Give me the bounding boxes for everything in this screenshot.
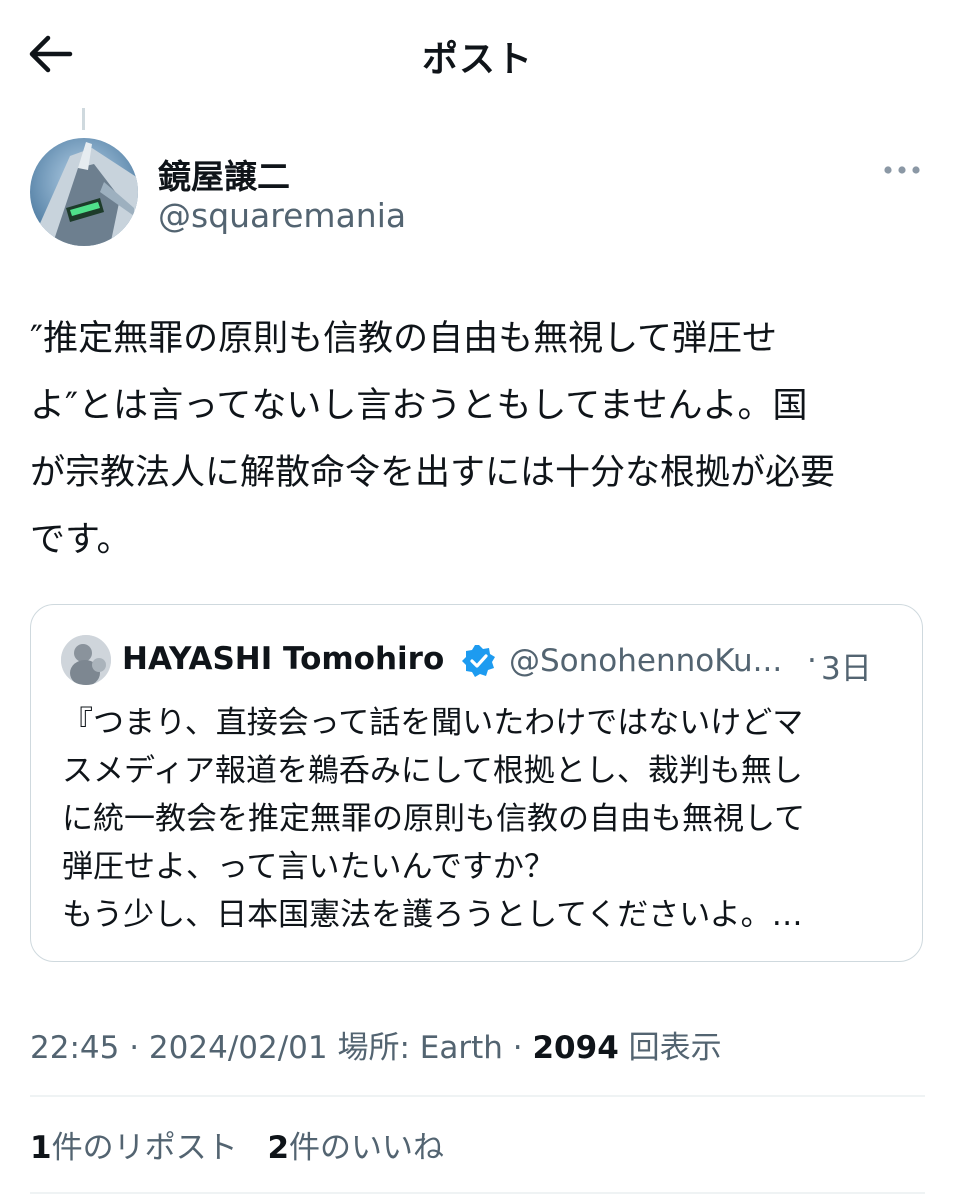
like-count-link[interactable]: 2件のいいね xyxy=(267,1130,444,1166)
post-text: ″推定無罪の原則も信教の自由も無視して弾圧せ よ″とは言ってないし言おうともして… xyxy=(30,319,836,560)
repost-count: 1 xyxy=(30,1130,52,1166)
repost-count-link[interactable]: 1件のリポスト xyxy=(30,1130,238,1166)
separator-dot: · xyxy=(512,1030,533,1066)
thread-connector-line xyxy=(82,108,85,130)
like-count: 2 xyxy=(267,1130,290,1166)
author-handle[interactable]: @squaremania xyxy=(158,196,406,235)
author-avatar[interactable] xyxy=(30,138,138,246)
post-metadata: 22:45 · 2024/02/01 場所: Earth · 2094 回表示 xyxy=(30,1022,722,1067)
more-horizontal-icon xyxy=(884,166,920,174)
quoted-post-card[interactable]: HAYASHI Tomohiro @SonohennoKu... · 3日 『つ… xyxy=(30,604,923,962)
like-label: 件のいいね xyxy=(289,1130,445,1166)
verified-badge-icon xyxy=(461,643,497,679)
top-bar: ポスト xyxy=(0,0,955,108)
view-count-label: 回表示 xyxy=(628,1030,722,1066)
view-count: 2094 xyxy=(532,1030,619,1066)
post-location: 場所: Earth xyxy=(337,1030,503,1066)
quoted-author-handle: @SonohennoKu... xyxy=(509,643,783,679)
page-title: ポスト xyxy=(421,39,533,80)
repost-label: 件のリポスト xyxy=(51,1130,238,1166)
engagement-stats: 1件のリポスト 2件のいいね xyxy=(30,1122,464,1167)
post-date: 2024/02/01 xyxy=(148,1030,328,1066)
author-name[interactable]: 鏡屋譲二 xyxy=(158,150,290,198)
post-time: 22:45 xyxy=(30,1030,120,1066)
divider xyxy=(30,1095,925,1097)
quoted-author-name: HAYASHI Tomohiro xyxy=(122,641,445,677)
separator-dot: · xyxy=(129,1030,149,1066)
more-options-button[interactable] xyxy=(880,158,924,182)
divider xyxy=(30,1192,925,1194)
quoted-post-text: 『つまり、直接会って話を聞いたわけではないけどマ スメディア報道を鵜呑みにして根… xyxy=(62,705,806,933)
quoted-author-avatar xyxy=(61,635,111,685)
separator-dot: · xyxy=(807,643,817,679)
quoted-post-time: 3日 xyxy=(821,651,872,687)
